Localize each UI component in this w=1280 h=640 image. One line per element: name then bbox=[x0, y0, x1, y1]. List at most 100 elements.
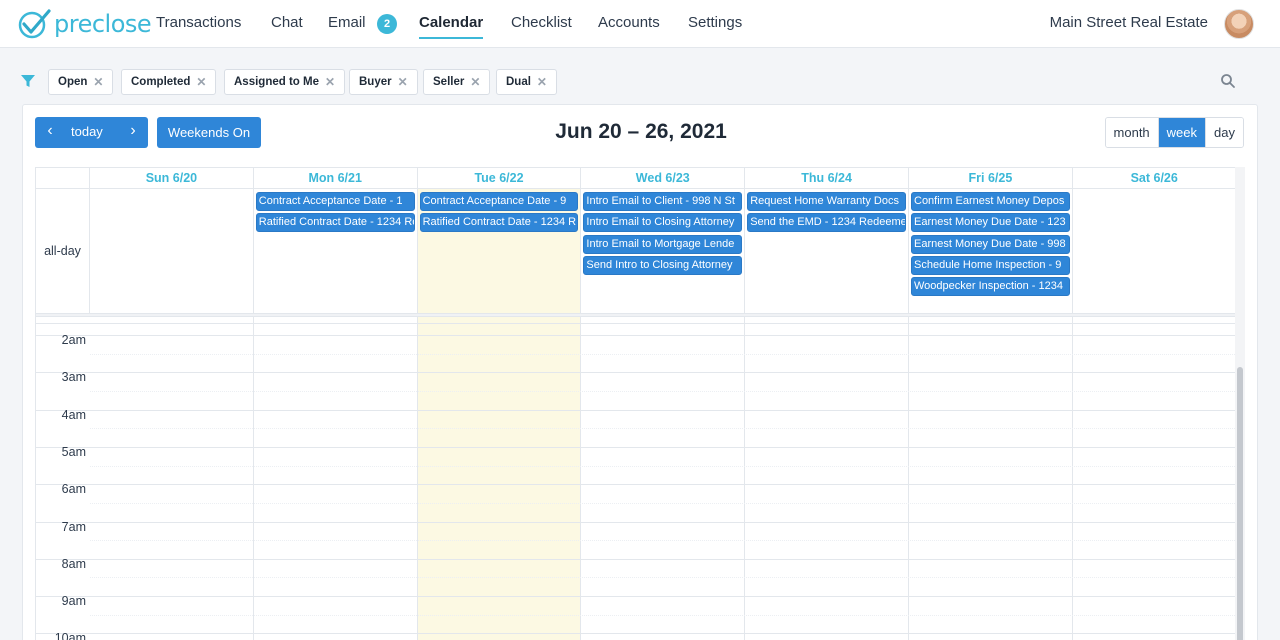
remove-icon[interactable]: ✕ bbox=[196, 75, 206, 89]
allday-event[interactable]: Send the EMD - 1234 Redeeme bbox=[747, 213, 906, 233]
day-header[interactable]: Sun 6/20 bbox=[90, 168, 254, 189]
filter-chip-seller[interactable]: Seller ✕ bbox=[423, 69, 491, 95]
view-day-button[interactable]: day bbox=[1205, 118, 1243, 147]
nav-settings[interactable]: Settings bbox=[688, 14, 742, 31]
allday-event[interactable]: Schedule Home Inspection - 9 bbox=[911, 255, 1070, 275]
filter-icon[interactable] bbox=[20, 73, 36, 89]
day-column[interactable] bbox=[90, 189, 254, 640]
allday-event[interactable]: Intro Email to Mortgage Lende bbox=[583, 234, 743, 254]
half-hour-line bbox=[90, 465, 1237, 467]
day-header[interactable]: Thu 6/24 bbox=[745, 168, 909, 189]
day-header[interactable]: Sat 6/26 bbox=[1072, 168, 1237, 189]
top-nav: preclose Transactions Chat Email 2 Calen… bbox=[0, 0, 1280, 48]
day-column[interactable] bbox=[254, 189, 418, 640]
hour-label: 10am bbox=[54, 631, 86, 640]
hour-label: 5am bbox=[61, 444, 86, 459]
view-month-button[interactable]: month bbox=[1105, 118, 1158, 147]
hour-line bbox=[36, 558, 1237, 560]
hour-label: 4am bbox=[61, 407, 86, 422]
day-header[interactable]: Fri 6/25 bbox=[909, 168, 1073, 189]
hour-line bbox=[36, 633, 1237, 635]
nav-calendar[interactable]: Calendar bbox=[419, 14, 484, 39]
hour-line bbox=[36, 409, 1237, 411]
remove-icon[interactable]: ✕ bbox=[93, 75, 103, 89]
day-column[interactable] bbox=[745, 189, 909, 640]
remove-icon[interactable]: ✕ bbox=[398, 75, 408, 89]
hour-line bbox=[36, 372, 1237, 374]
allday-event[interactable]: Ratified Contract Date - 1234 R bbox=[419, 213, 579, 233]
hour-line bbox=[36, 446, 1237, 448]
nav-chat[interactable]: Chat bbox=[271, 14, 303, 31]
logo-text: preclose bbox=[54, 10, 152, 38]
week-grid: all-day Sun 6/20 Mon 6/21 Tue 6/22 Wed 6/23… bbox=[35, 167, 1237, 640]
hour-line bbox=[36, 596, 1237, 598]
day-column[interactable] bbox=[1073, 189, 1237, 640]
hour-label: 9am bbox=[61, 594, 86, 609]
filter-chip-completed[interactable]: Completed ✕ bbox=[121, 69, 217, 95]
remove-icon[interactable]: ✕ bbox=[325, 75, 335, 89]
allday-event[interactable]: Earnest Money Due Date - 998 bbox=[911, 234, 1070, 254]
remove-icon[interactable]: ✕ bbox=[470, 75, 480, 89]
filter-chip-buyer[interactable]: Buyer ✕ bbox=[349, 69, 418, 95]
nav-transactions[interactable]: Transactions bbox=[156, 14, 241, 31]
hour-label: 6am bbox=[61, 482, 86, 497]
allday-event[interactable]: Ratified Contract Date - 1234 Re bbox=[255, 213, 415, 233]
remove-icon[interactable]: ✕ bbox=[537, 75, 547, 89]
chip-label: Buyer bbox=[359, 76, 392, 88]
nav-checklist[interactable]: Checklist bbox=[511, 14, 572, 31]
prev-week-button[interactable]: ‹ bbox=[41, 122, 59, 142]
hour-label: 7am bbox=[61, 519, 86, 534]
chip-label: Completed bbox=[131, 76, 191, 88]
user-avatar[interactable] bbox=[1224, 9, 1254, 39]
half-hour-line bbox=[90, 577, 1237, 579]
allday-event[interactable]: Request Home Warranty Docs bbox=[747, 192, 906, 211]
half-hour-line bbox=[90, 390, 1237, 392]
half-hour-line bbox=[90, 353, 1237, 355]
nav-accounts[interactable]: Accounts bbox=[598, 14, 660, 31]
allday-event[interactable]: Contract Acceptance Date - 9 bbox=[419, 192, 579, 211]
allday-event[interactable]: Send Intro to Closing Attorney bbox=[583, 255, 743, 275]
day-header[interactable]: Wed 6/23 bbox=[581, 168, 746, 189]
today-button[interactable]: today bbox=[71, 124, 103, 139]
view-week-button[interactable]: week bbox=[1157, 118, 1206, 147]
calendar-scrollbar[interactable] bbox=[1235, 167, 1245, 640]
allday-event[interactable]: Earnest Money Due Date - 123 bbox=[911, 213, 1070, 233]
search-icon[interactable] bbox=[1220, 73, 1236, 89]
allday-label: all-day bbox=[36, 189, 90, 313]
allday-event[interactable]: Intro Email to Client - 998 N St bbox=[583, 192, 743, 211]
nav-email[interactable]: Email bbox=[328, 14, 366, 31]
hour-line bbox=[36, 521, 1237, 523]
chip-label: Seller bbox=[433, 76, 465, 88]
half-hour-line bbox=[90, 428, 1237, 430]
filter-chip-open[interactable]: Open ✕ bbox=[48, 69, 114, 95]
email-count-badge: 2 bbox=[377, 14, 397, 34]
filter-bar: Open ✕ Completed ✕ Assigned to Me ✕ Buyer ✕ … bbox=[0, 62, 1280, 100]
half-hour-line bbox=[90, 614, 1237, 616]
logo-check-icon bbox=[18, 9, 51, 39]
date-nav-group: ‹ today › bbox=[35, 117, 148, 148]
weekends-toggle-button[interactable]: Weekends On bbox=[157, 117, 261, 148]
allday-separator bbox=[36, 313, 1237, 317]
filter-chip-dual[interactable]: Dual ✕ bbox=[496, 69, 557, 95]
allday-event[interactable]: Contract Acceptance Date - 1 bbox=[255, 192, 415, 211]
allday-event[interactable]: Intro Email to Closing Attorney bbox=[583, 213, 743, 233]
half-hour-line bbox=[90, 502, 1237, 504]
allday-event[interactable]: Woodpecker Inspection - 1234 bbox=[911, 277, 1070, 297]
day-header[interactable]: Mon 6/21 bbox=[253, 168, 418, 189]
next-week-button[interactable]: › bbox=[124, 122, 142, 142]
view-switcher: month week day bbox=[1104, 117, 1244, 148]
time-gutter-header bbox=[36, 168, 90, 189]
day-column[interactable] bbox=[417, 189, 582, 640]
hour-line bbox=[36, 335, 1237, 336]
day-header[interactable]: Tue 6/22 bbox=[417, 168, 582, 189]
allday-event[interactable]: Confirm Earnest Money Depos bbox=[911, 192, 1070, 211]
hour-line bbox=[36, 484, 1237, 486]
filter-chip-assigned-to-me[interactable]: Assigned to Me ✕ bbox=[224, 69, 346, 95]
scroll-thumb[interactable] bbox=[1237, 367, 1243, 640]
app-logo[interactable]: preclose bbox=[16, 6, 152, 42]
chip-label: Dual bbox=[506, 76, 531, 88]
company-name[interactable]: Main Street Real Estate bbox=[1050, 14, 1208, 31]
hour-label: 8am bbox=[61, 556, 86, 571]
hour-label: 3am bbox=[61, 370, 86, 385]
chip-label: Open bbox=[58, 76, 88, 88]
